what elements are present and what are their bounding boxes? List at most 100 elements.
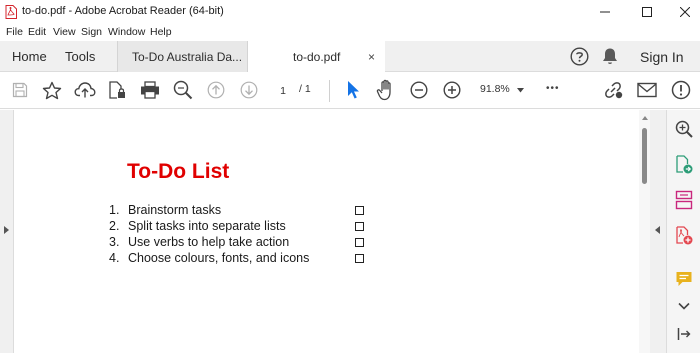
comment-button[interactable] xyxy=(673,268,695,290)
task-checkbox[interactable] xyxy=(355,254,364,263)
list-item-number: 1. xyxy=(109,203,120,217)
zoom-in-button[interactable] xyxy=(441,79,463,101)
sign-in-button[interactable]: Sign In xyxy=(640,49,684,65)
notification-bell-icon[interactable] xyxy=(601,47,619,66)
title-bar: to-do.pdf - Adobe Acrobat Reader (64-bit… xyxy=(0,0,700,24)
share-link-button[interactable] xyxy=(602,79,624,101)
menu-help[interactable]: Help xyxy=(150,26,172,38)
save-icon xyxy=(12,82,28,98)
toolbar: 1 / 1 91.8% ••• xyxy=(0,72,700,109)
vertical-scrollbar[interactable] xyxy=(639,110,650,353)
menu-window[interactable]: Window xyxy=(108,26,145,38)
search-icon xyxy=(173,80,193,100)
chevron-down-icon xyxy=(678,302,690,310)
create-pdf-icon xyxy=(676,226,693,245)
minimize-button[interactable] xyxy=(585,0,625,24)
list-item-number: 2. xyxy=(109,219,120,233)
list-item-number: 4. xyxy=(109,251,120,265)
minus-circle-icon xyxy=(410,81,428,99)
arrow-up-circle-icon xyxy=(207,81,225,99)
organize-pages-icon xyxy=(675,190,693,210)
file-lock-icon xyxy=(109,81,125,99)
scroll-up-icon[interactable] xyxy=(642,116,648,120)
collapse-right-icon xyxy=(655,226,660,234)
tab-home[interactable]: Home xyxy=(12,49,47,64)
scrollbar-thumb[interactable] xyxy=(642,128,647,184)
document-title: To-Do List xyxy=(127,160,230,183)
document-view: To-Do List 1. Brainstorm tasks 2. Split … xyxy=(15,110,639,353)
find-button[interactable] xyxy=(172,79,194,101)
tab-label: To-Do Australia Da... xyxy=(132,49,243,64)
export-pdf-icon xyxy=(676,155,693,174)
page-count: / 1 xyxy=(299,83,311,95)
help-icon[interactable] xyxy=(570,47,589,66)
tab-bar: Home Tools To-Do Australia Da... to-do.p… xyxy=(0,41,700,72)
tab-close-button[interactable]: × xyxy=(368,50,375,64)
upload-cloud-button[interactable] xyxy=(74,79,96,101)
printer-icon xyxy=(141,81,159,99)
hand-tool-button[interactable] xyxy=(375,79,397,101)
list-item-text: Split tasks into separate lists xyxy=(128,219,286,233)
arrow-down-circle-icon xyxy=(240,81,258,99)
save-button[interactable] xyxy=(9,79,31,101)
tools-pane xyxy=(666,110,700,353)
tab-tools[interactable]: Tools xyxy=(65,49,95,64)
task-checkbox[interactable] xyxy=(355,238,364,247)
menu-bar: File Edit View Sign Window Help xyxy=(0,24,700,41)
task-checkbox[interactable] xyxy=(355,206,364,215)
bookmark-button[interactable] xyxy=(41,79,63,101)
toolbar-divider xyxy=(329,80,330,102)
cursor-arrow-icon xyxy=(348,81,359,99)
search-document-button[interactable] xyxy=(673,118,695,140)
select-tool-button[interactable] xyxy=(342,79,364,101)
minimize-icon xyxy=(600,11,610,13)
zoom-out-button[interactable] xyxy=(408,79,430,101)
maximize-icon xyxy=(642,7,652,17)
pdf-file-icon xyxy=(5,5,17,19)
tools-pane-toggle[interactable] xyxy=(650,110,666,353)
zoom-level-select[interactable]: 91.8% xyxy=(480,83,510,95)
zoom-search-icon xyxy=(675,120,693,138)
previous-page-button[interactable] xyxy=(205,79,227,101)
print-button[interactable] xyxy=(139,79,161,101)
menu-sign[interactable]: Sign xyxy=(81,26,102,38)
protect-file-button[interactable] xyxy=(106,79,128,101)
alert-circle-icon xyxy=(671,80,691,100)
envelope-icon xyxy=(637,82,657,98)
collapse-tools-pane-button[interactable] xyxy=(673,323,695,345)
next-page-button[interactable] xyxy=(238,79,260,101)
page-number-input[interactable]: 1 xyxy=(272,82,294,100)
chevron-down-icon[interactable] xyxy=(517,88,524,93)
list-item-text: Use verbs to help take action xyxy=(128,235,290,249)
close-icon xyxy=(680,7,690,17)
create-pdf-button[interactable] xyxy=(673,225,695,247)
list-item-number: 3. xyxy=(109,235,120,249)
export-pdf-button[interactable] xyxy=(673,154,695,176)
hand-icon xyxy=(376,79,391,101)
menu-view[interactable]: View xyxy=(53,26,76,38)
more-tools-button[interactable]: ••• xyxy=(546,83,560,94)
notification-alert-button[interactable] xyxy=(670,79,692,101)
list-item-text: Brainstorm tasks xyxy=(128,203,222,217)
organize-pages-button[interactable] xyxy=(673,189,695,211)
email-button[interactable] xyxy=(636,79,658,101)
menu-file[interactable]: File xyxy=(6,26,23,38)
close-window-button[interactable] xyxy=(665,0,700,24)
comment-icon xyxy=(676,272,692,286)
plus-circle-icon xyxy=(443,81,461,99)
tab-label: to-do.pdf xyxy=(293,49,341,64)
expand-left-icon xyxy=(4,226,9,234)
navigation-pane-toggle[interactable] xyxy=(0,110,14,353)
task-checkbox[interactable] xyxy=(355,222,364,231)
link-icon xyxy=(605,82,623,99)
tab-document-todo[interactable]: to-do.pdf × xyxy=(248,41,385,72)
list-item-text: Choose colours, fonts, and icons xyxy=(128,251,310,265)
cloud-upload-icon xyxy=(74,82,96,98)
maximize-button[interactable] xyxy=(627,0,667,24)
star-icon xyxy=(42,81,62,99)
more-tools-expand-button[interactable] xyxy=(673,295,695,317)
menu-edit[interactable]: Edit xyxy=(28,26,46,38)
tab-document-australia[interactable]: To-Do Australia Da... xyxy=(117,41,248,72)
window-title: to-do.pdf - Adobe Acrobat Reader (64-bit… xyxy=(22,5,224,17)
collapse-panel-icon xyxy=(677,328,691,340)
